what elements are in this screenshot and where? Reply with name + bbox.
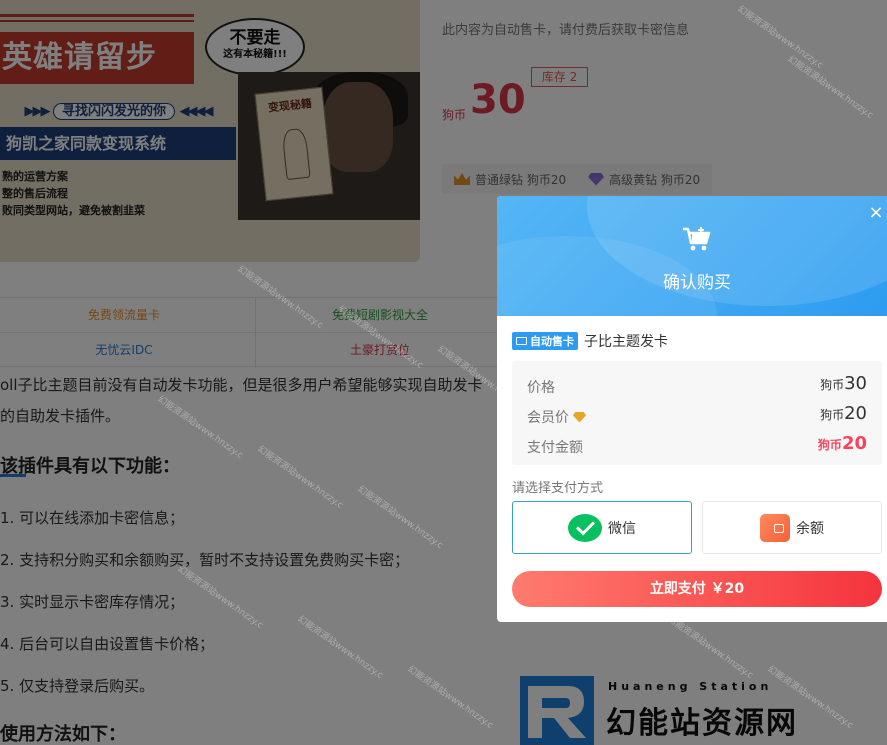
modal-header: × 确认购买: [497, 196, 887, 316]
pay-amount-value: 狗币20: [818, 433, 867, 454]
pay-now-button[interactable]: 立即支付 ￥20: [512, 571, 882, 607]
price-summary: 价格 狗币30 会员价 狗币20 支付金额 狗币20: [512, 361, 882, 465]
gem-icon: [573, 411, 586, 423]
purchase-modal: × 确认购买 自动售卡 子比主题发卡 价格 狗币30 会员价 狗币20 支付金额…: [497, 196, 887, 622]
pay-amount-label: 支付金额: [527, 440, 583, 456]
close-icon[interactable]: ×: [867, 204, 885, 222]
pay-balance-label: 余额: [796, 520, 824, 537]
member-price-row: 会员价 狗币20: [527, 403, 867, 429]
member-price-label-text: 会员价: [527, 410, 569, 426]
pay-amount: 20: [841, 433, 867, 454]
wechat-icon: [568, 513, 602, 542]
pay-wechat-button[interactable]: 微信: [512, 501, 692, 554]
pay-amount-unit: 狗币: [817, 438, 842, 452]
member-price-unit: 狗币: [820, 408, 845, 422]
member-price-value: 狗币20: [820, 403, 867, 424]
auto-card-tag: 自动售卡: [512, 332, 578, 350]
member-price-label: 会员价: [527, 407, 586, 427]
pay-amount-row: 支付金额 狗币20: [527, 433, 867, 459]
member-price-amount: 20: [844, 403, 867, 424]
card-icon: [516, 337, 527, 345]
price-value: 狗币30: [820, 373, 867, 394]
price-label: 价格: [527, 380, 555, 396]
pay-balance-button[interactable]: 余额: [702, 501, 882, 554]
price-row: 价格 狗币30: [527, 373, 867, 399]
price-unit: 狗币: [820, 378, 845, 392]
pay-wechat-label: 微信: [608, 520, 636, 537]
auto-card-tag-label: 自动售卡: [530, 335, 574, 348]
wallet-icon: [760, 513, 790, 542]
product-name: 子比主题发卡: [584, 334, 668, 350]
payment-method-label: 请选择支付方式: [512, 481, 604, 496]
product-row: 自动售卡 子比主题发卡: [512, 331, 668, 351]
modal-title: 确认购买: [663, 273, 731, 293]
cart-icon: [683, 227, 711, 251]
price-amount: 30: [844, 373, 867, 394]
